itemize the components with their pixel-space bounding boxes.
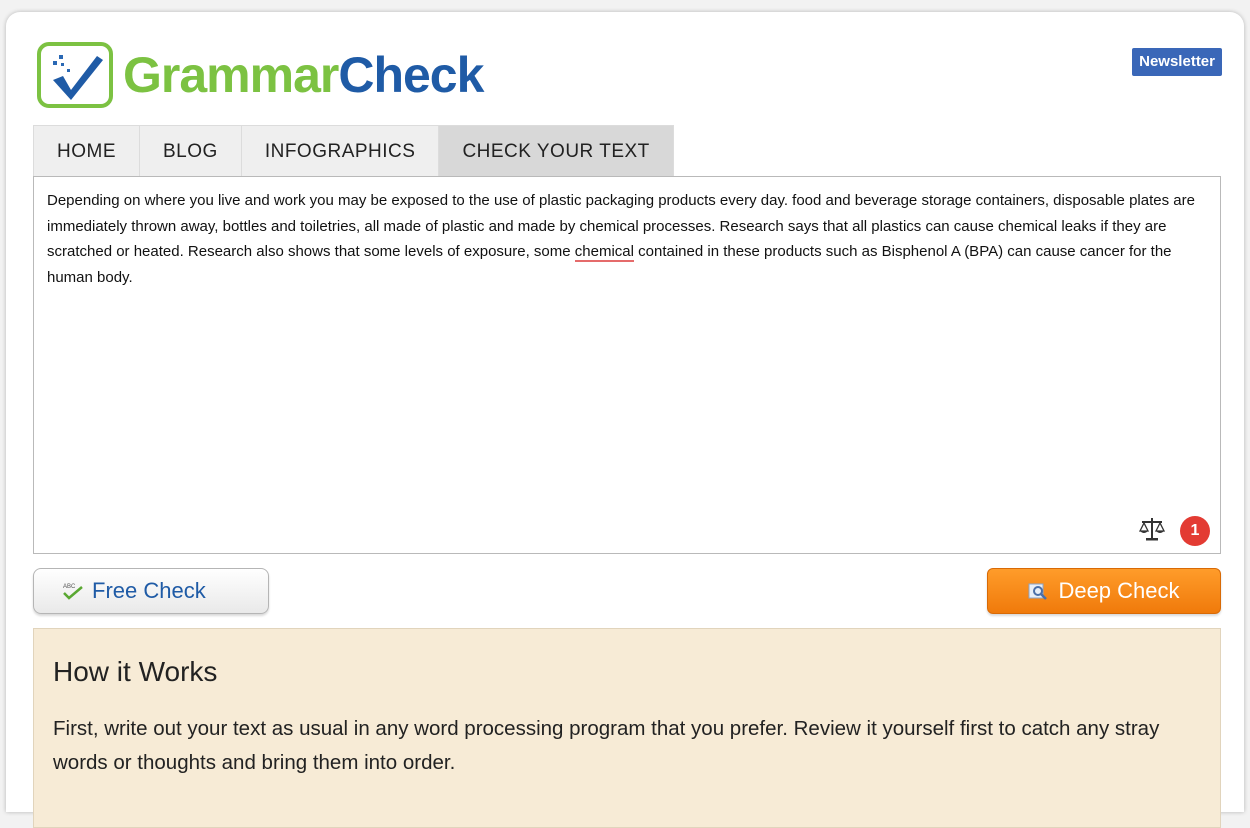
deep-check-label: Deep Check: [1058, 578, 1180, 603]
how-it-works-body: First, write out your text as usual in a…: [53, 717, 1160, 774]
error-count-badge[interactable]: 1: [1180, 516, 1210, 546]
tab-check-your-text[interactable]: CHECK YOUR TEXT: [438, 125, 674, 176]
how-it-works-title: How it Works: [53, 656, 218, 687]
text-editor[interactable]: Depending on where you live and work you…: [33, 176, 1221, 554]
free-check-label: Free Check: [92, 578, 206, 603]
tab-home[interactable]: HOME: [33, 125, 139, 176]
free-check-button[interactable]: ABC Free Check: [33, 568, 269, 614]
site-logo[interactable]: GrammarCheck: [37, 38, 484, 112]
page-card: GrammarCheck Newsletter HOME BLOG INFOGR…: [6, 12, 1244, 828]
document-search-icon: [1028, 582, 1048, 600]
svg-text:ABC: ABC: [63, 584, 76, 590]
checkmark-icon: [37, 42, 113, 108]
editor-content[interactable]: Depending on where you live and work you…: [47, 188, 1210, 290]
tab-blog[interactable]: BLOG: [139, 125, 241, 176]
how-it-works-panel: How it Works First, write out your text …: [33, 628, 1221, 828]
newsletter-button[interactable]: Newsletter: [1132, 48, 1222, 76]
spellcheck-icon: ABC: [62, 581, 84, 601]
deep-check-button[interactable]: Deep Check: [987, 568, 1221, 614]
tab-infographics[interactable]: INFOGRAPHICS: [240, 125, 439, 176]
main-nav-tabs: HOME BLOG INFOGRAPHICS CHECK YOUR TEXT: [33, 125, 674, 176]
flagged-word[interactable]: chemical: [574, 243, 634, 262]
balance-scale-icon[interactable]: [1138, 516, 1166, 547]
brand-wordmark: GrammarCheck: [123, 47, 484, 103]
